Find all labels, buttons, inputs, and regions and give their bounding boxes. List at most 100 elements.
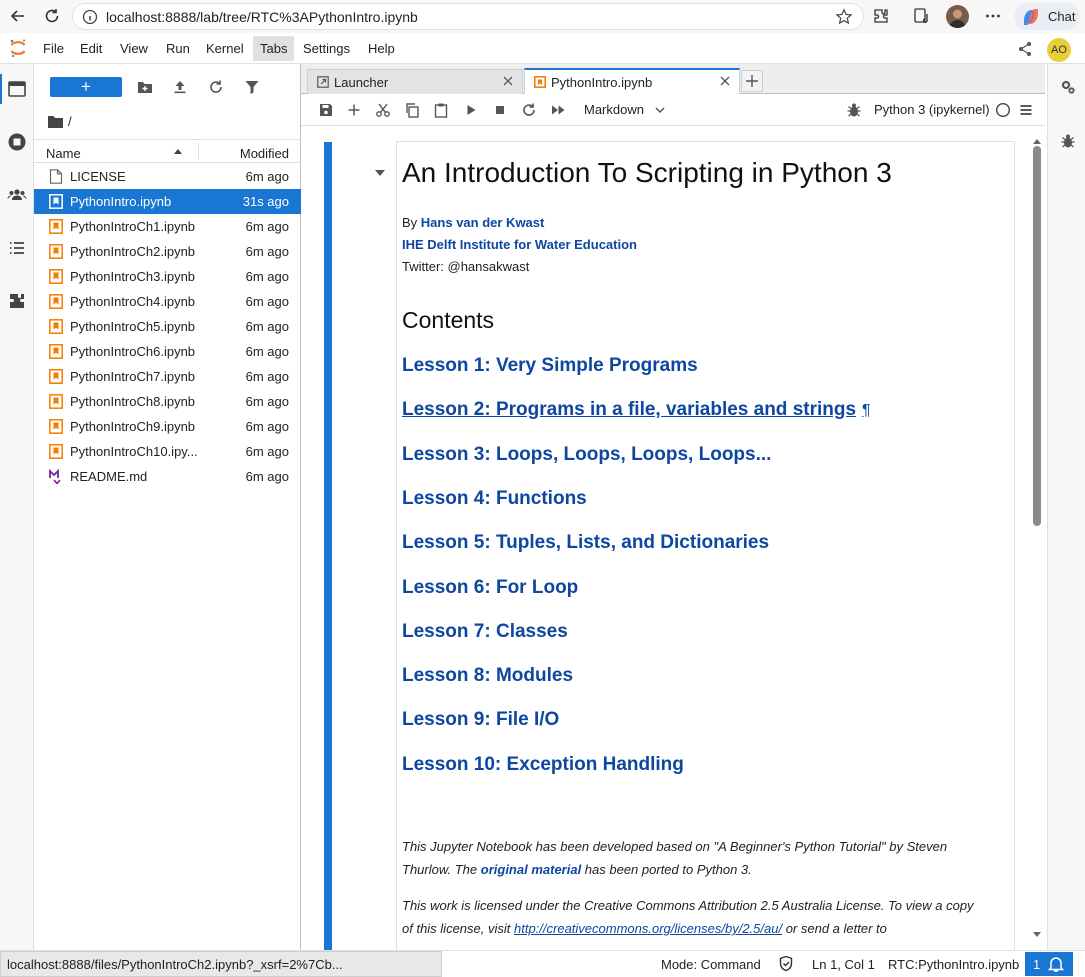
debugger-icon[interactable] bbox=[846, 102, 862, 118]
notebook-scrollbar[interactable] bbox=[1031, 139, 1043, 943]
menu-file[interactable]: File bbox=[43, 41, 64, 56]
profile-avatar[interactable] bbox=[946, 5, 969, 28]
menu-run[interactable]: Run bbox=[166, 41, 190, 56]
address-bar[interactable]: localhost:8888/lab/tree/RTC%3APythonIntr… bbox=[72, 3, 864, 30]
lesson-link[interactable]: Lesson 10: Exception Handling bbox=[402, 754, 684, 776]
copilot-chat-button[interactable]: Chat bbox=[1014, 3, 1080, 30]
original-material-link[interactable]: original material bbox=[481, 862, 581, 877]
restart-run-all-icon[interactable] bbox=[550, 102, 566, 118]
url-text[interactable]: localhost:8888/lab/tree/RTC%3APythonIntr… bbox=[106, 9, 418, 25]
sort-ascending-icon[interactable] bbox=[174, 149, 182, 154]
license-link[interactable]: http://creativecommons.org/licenses/by/2… bbox=[514, 921, 782, 936]
property-inspector-icon[interactable] bbox=[1060, 79, 1076, 95]
lesson-link-text[interactable]: Lesson 5: Tuples, Lists, and Dictionarie… bbox=[402, 532, 769, 553]
lesson-link-text[interactable]: Lesson 10: Exception Handling bbox=[402, 754, 684, 775]
menu-view[interactable]: View bbox=[120, 41, 148, 56]
extensions-icon[interactable] bbox=[871, 6, 891, 26]
debugger-panel-icon[interactable] bbox=[1060, 133, 1076, 149]
file-row[interactable]: PythonIntroCh8.ipynb 6m ago bbox=[34, 389, 301, 414]
close-icon[interactable] bbox=[719, 75, 731, 87]
lesson-link-text[interactable]: Lesson 7: Classes bbox=[402, 621, 568, 642]
kernel-name[interactable]: Python 3 (ipykernel) bbox=[874, 102, 990, 117]
media-icon[interactable] bbox=[912, 6, 932, 26]
tab-pythonintro[interactable]: PythonIntro.ipynb bbox=[524, 68, 740, 94]
more-options-icon[interactable] bbox=[983, 6, 1003, 26]
insert-cell-icon[interactable] bbox=[346, 102, 362, 118]
restart-kernel-icon[interactable] bbox=[521, 102, 537, 118]
new-launcher-button[interactable]: + bbox=[50, 77, 122, 97]
tab-launcher[interactable]: Launcher bbox=[307, 69, 523, 94]
lesson-link-text[interactable]: Lesson 4: Functions bbox=[402, 488, 587, 509]
favorite-star-icon[interactable] bbox=[835, 8, 853, 26]
file-browser-icon[interactable] bbox=[7, 79, 27, 99]
interrupt-kernel-icon[interactable] bbox=[492, 102, 508, 118]
institute-link[interactable]: IHE Delft Institute for Water Education bbox=[402, 237, 637, 252]
lesson-link-text[interactable]: Lesson 9: File I/O bbox=[402, 709, 559, 730]
lesson-link[interactable]: Lesson 2: Programs in a file, variables … bbox=[402, 399, 871, 421]
site-info-icon[interactable] bbox=[82, 9, 98, 25]
notifications-button[interactable]: 1 bbox=[1025, 952, 1073, 976]
column-header-name[interactable]: Name bbox=[46, 146, 81, 161]
file-row[interactable]: PythonIntro.ipynb 31s ago bbox=[34, 189, 301, 214]
scroll-down-icon[interactable] bbox=[1033, 932, 1041, 938]
collapse-heading-icon[interactable] bbox=[375, 170, 385, 176]
security-shield-icon[interactable] bbox=[778, 955, 794, 972]
breadcrumb-root[interactable]: / bbox=[68, 114, 72, 129]
paste-icon[interactable] bbox=[433, 102, 449, 118]
lesson-link-text[interactable]: Lesson 6: For Loop bbox=[402, 577, 578, 598]
lesson-link-text[interactable]: Lesson 3: Loops, Loops, Loops, Loops... bbox=[402, 444, 771, 465]
cursor-position[interactable]: Ln 1, Col 1 bbox=[812, 957, 875, 972]
save-icon[interactable] bbox=[318, 102, 334, 118]
back-icon[interactable] bbox=[8, 6, 28, 26]
running-kernels-icon[interactable] bbox=[7, 132, 27, 152]
menu-kernel[interactable]: Kernel bbox=[206, 41, 244, 56]
column-header-modified[interactable]: Modified bbox=[240, 146, 289, 161]
column-divider[interactable] bbox=[198, 143, 199, 160]
scrollbar-thumb[interactable] bbox=[1033, 146, 1041, 526]
upload-icon[interactable] bbox=[172, 79, 188, 95]
menu-icon[interactable] bbox=[1018, 102, 1034, 118]
file-row[interactable]: LICENSE 6m ago bbox=[34, 164, 301, 189]
lesson-link[interactable]: Lesson 4: Functions bbox=[402, 488, 587, 510]
file-row[interactable]: README.md 6m ago bbox=[34, 464, 301, 489]
author-link[interactable]: Hans van der Kwast bbox=[421, 215, 545, 230]
lesson-link[interactable]: Lesson 9: File I/O bbox=[402, 709, 559, 731]
chevron-down-icon[interactable] bbox=[654, 104, 666, 116]
anchor-link[interactable]: ¶ bbox=[862, 402, 871, 419]
lesson-link[interactable]: Lesson 7: Classes bbox=[402, 621, 568, 643]
share-icon[interactable] bbox=[1017, 41, 1033, 57]
scroll-up-icon[interactable] bbox=[1033, 138, 1041, 144]
file-row[interactable]: PythonIntroCh5.ipynb 6m ago bbox=[34, 314, 301, 339]
file-row[interactable]: PythonIntroCh9.ipynb 6m ago bbox=[34, 414, 301, 439]
refresh-icon[interactable] bbox=[42, 6, 62, 26]
file-row[interactable]: PythonIntroCh4.ipynb 6m ago bbox=[34, 289, 301, 314]
user-avatar[interactable]: AO bbox=[1047, 38, 1071, 62]
copy-icon[interactable] bbox=[404, 102, 420, 118]
filter-icon[interactable] bbox=[244, 79, 260, 95]
menu-tabs[interactable]: Tabs bbox=[253, 36, 295, 61]
file-row[interactable]: PythonIntroCh10.ipy... 6m ago bbox=[34, 439, 301, 464]
new-folder-icon[interactable] bbox=[137, 79, 153, 95]
lesson-link[interactable]: Lesson 8: Modules bbox=[402, 665, 573, 687]
extension-manager-icon[interactable] bbox=[7, 291, 27, 311]
refresh-files-icon[interactable] bbox=[208, 79, 224, 95]
run-cell-icon[interactable] bbox=[463, 102, 479, 118]
add-tab-button[interactable] bbox=[741, 70, 763, 92]
mode-indicator[interactable]: Mode: Command bbox=[661, 957, 761, 972]
file-row[interactable]: PythonIntroCh6.ipynb 6m ago bbox=[34, 339, 301, 364]
menu-settings[interactable]: Settings bbox=[303, 41, 350, 56]
file-row[interactable]: PythonIntroCh7.ipynb 6m ago bbox=[34, 364, 301, 389]
file-row[interactable]: PythonIntroCh3.ipynb 6m ago bbox=[34, 264, 301, 289]
collaboration-icon[interactable] bbox=[7, 185, 27, 205]
active-cell-indicator[interactable] bbox=[324, 142, 332, 950]
cell-type-dropdown[interactable]: Markdown bbox=[584, 102, 644, 117]
lesson-link[interactable]: Lesson 1: Very Simple Programs bbox=[402, 355, 698, 377]
file-row[interactable]: PythonIntroCh2.ipynb 6m ago bbox=[34, 239, 301, 264]
cut-icon[interactable] bbox=[375, 102, 391, 118]
menu-edit[interactable]: Edit bbox=[80, 41, 102, 56]
lesson-link-text[interactable]: Lesson 1: Very Simple Programs bbox=[402, 355, 698, 376]
table-of-contents-icon[interactable] bbox=[7, 238, 27, 258]
menu-help[interactable]: Help bbox=[368, 41, 395, 56]
lesson-link[interactable]: Lesson 3: Loops, Loops, Loops, Loops... bbox=[402, 444, 771, 466]
close-icon[interactable] bbox=[502, 75, 514, 87]
